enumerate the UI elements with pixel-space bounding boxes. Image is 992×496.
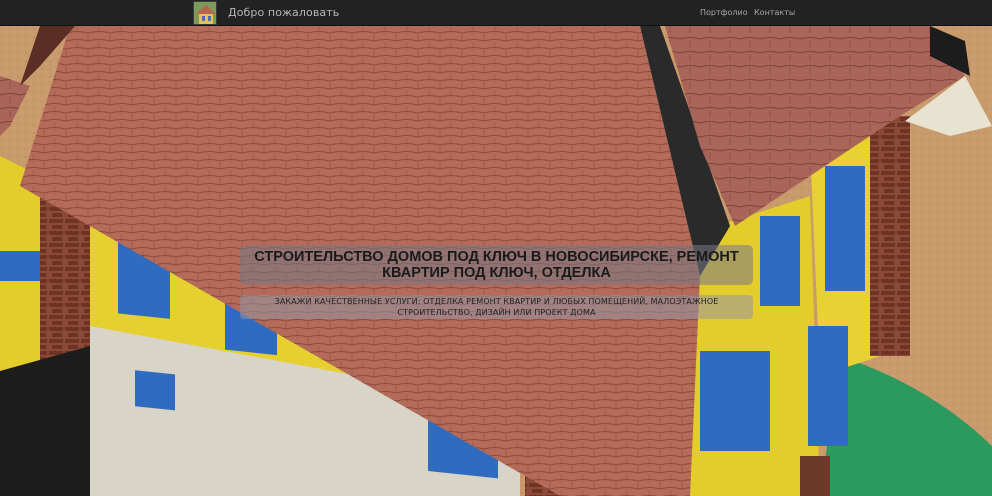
hero-section: СТРОИТЕЛЬСТВО ДОМОВ ПОД КЛЮЧ В НОВОСИБИР… — [0, 26, 992, 496]
hero-headline-box: СТРОИТЕЛЬСТВО ДОМОВ ПОД КЛЮЧ В НОВОСИБИР… — [240, 245, 753, 285]
hero-headline: СТРОИТЕЛЬСТВО ДОМОВ ПОД КЛЮЧ В НОВОСИБИР… — [254, 249, 739, 281]
house-thumbnail-icon[interactable] — [193, 1, 217, 25]
nav-link-portfolio[interactable]: Портфолио — [700, 8, 748, 18]
hero-subline: ЗАКАЖИ КАЧЕСТВЕННЫЕ УСЛУГИ: ОТДЕЛКА РЕМО… — [274, 297, 719, 317]
hero-subline-box: ЗАКАЖИ КАЧЕСТВЕННЫЕ УСЛУГИ: ОТДЕЛКА РЕМО… — [240, 295, 753, 319]
navbar: Добро пожаловать Портфолио Контакты — [0, 0, 992, 26]
nav-link-contacts[interactable]: Контакты — [754, 8, 795, 18]
brand-link[interactable]: Добро пожаловать — [228, 6, 339, 20]
